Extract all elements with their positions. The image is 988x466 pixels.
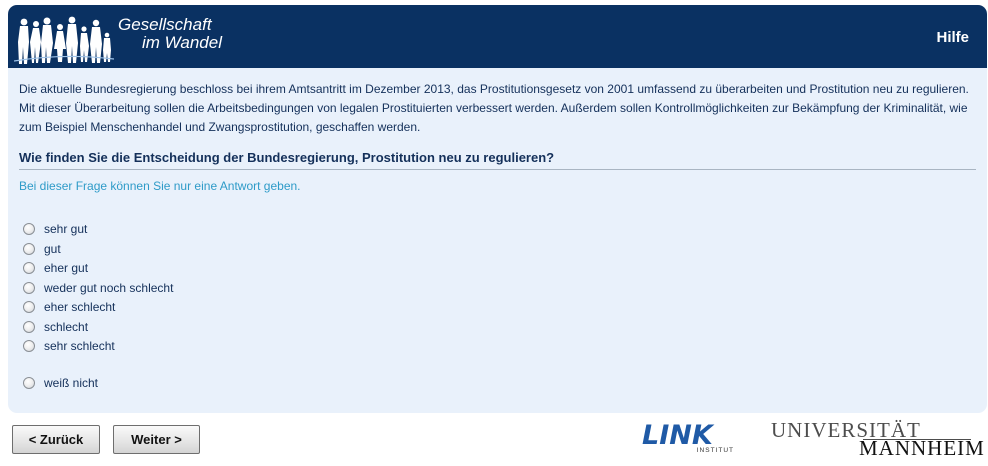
next-button[interactable]: Weiter > bbox=[113, 425, 200, 454]
people-silhouette-logo bbox=[14, 16, 114, 64]
header-bar: Gesellschaft im Wandel Hilfe bbox=[8, 5, 987, 68]
help-link[interactable]: Hilfe bbox=[936, 29, 969, 46]
radio-button[interactable] bbox=[23, 340, 35, 352]
option-label: weder gut noch schlecht bbox=[44, 281, 174, 295]
uni-logo-bottom: MANNHEIM bbox=[859, 436, 985, 460]
option-label: schlecht bbox=[44, 320, 89, 334]
option-weder-gut-noch-schlecht[interactable]: weder gut noch schlecht bbox=[23, 281, 173, 295]
link-logo-sub: INSTITUT bbox=[697, 447, 734, 454]
question-panel: Die aktuelle Bundesregierung beschloss b… bbox=[8, 68, 987, 413]
question-text: Wie finden Sie die Entscheidung der Bund… bbox=[19, 150, 555, 165]
option-eher-gut[interactable]: eher gut bbox=[23, 261, 88, 275]
option-label: sehr schlecht bbox=[44, 339, 115, 353]
logo-line1: Gesellschaft bbox=[118, 15, 212, 34]
logo-text: Gesellschaft im Wandel bbox=[118, 16, 222, 52]
option-label: gut bbox=[44, 242, 61, 256]
link-institut-logo: LINK INSTITUT bbox=[642, 420, 734, 454]
option-eher-schlecht[interactable]: eher schlecht bbox=[23, 300, 115, 314]
option-label: eher schlecht bbox=[44, 300, 116, 314]
radio-button[interactable] bbox=[23, 282, 35, 294]
option-label: weiß nicht bbox=[44, 376, 99, 390]
intro-text: Die aktuelle Bundesregierung beschloss b… bbox=[19, 82, 969, 134]
option-weiss-nicht[interactable]: weiß nicht bbox=[23, 376, 98, 390]
answer-hint: Bei dieser Frage können Sie nur eine Ant… bbox=[19, 179, 301, 193]
logo-line2: im Wandel bbox=[142, 33, 222, 52]
radio-button[interactable] bbox=[23, 223, 35, 235]
option-gut[interactable]: gut bbox=[23, 242, 61, 256]
option-schlecht[interactable]: schlecht bbox=[23, 320, 88, 334]
back-button[interactable]: < Zurück bbox=[12, 425, 100, 454]
radio-button[interactable] bbox=[23, 377, 35, 389]
radio-button[interactable] bbox=[23, 301, 35, 313]
option-label: sehr gut bbox=[44, 222, 88, 236]
radio-button[interactable] bbox=[23, 321, 35, 333]
question-divider bbox=[19, 169, 976, 170]
option-sehr-gut[interactable]: sehr gut bbox=[23, 222, 87, 236]
radio-button[interactable] bbox=[23, 262, 35, 274]
option-sehr-schlecht[interactable]: sehr schlecht bbox=[23, 339, 115, 353]
option-label: eher gut bbox=[44, 261, 89, 275]
radio-button[interactable] bbox=[23, 243, 35, 255]
